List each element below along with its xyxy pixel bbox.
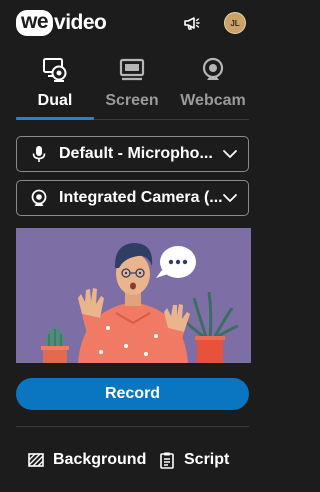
script-button-label: Script xyxy=(184,451,230,468)
webcam-icon xyxy=(202,57,224,80)
avatar[interactable]: JL xyxy=(224,12,246,34)
chevron-down-icon xyxy=(223,150,237,158)
megaphone-icon[interactable] xyxy=(183,14,201,32)
background-button-label: Background xyxy=(53,451,147,468)
logo-video-text: video xyxy=(54,11,107,34)
tab-dual[interactable]: Dual xyxy=(16,52,94,120)
divider xyxy=(16,426,249,427)
active-tab-indicator xyxy=(16,117,94,120)
camera-select-value: Integrated Camera (... xyxy=(59,189,223,206)
preview-illustration xyxy=(16,228,251,363)
webcam-preview xyxy=(16,228,251,363)
chevron-down-icon xyxy=(223,194,237,202)
clipboard-icon xyxy=(160,452,174,469)
microphone-select[interactable]: Default - Micropho... xyxy=(16,136,249,172)
background-button[interactable]: Background xyxy=(27,448,146,472)
microphone-select-value: Default - Micropho... xyxy=(59,145,213,162)
microphone-icon xyxy=(32,146,46,162)
tab-dual-label: Dual xyxy=(37,92,73,109)
camera-select[interactable]: Integrated Camera (... xyxy=(16,180,249,216)
screen-icon xyxy=(119,58,145,81)
logo-we-text: we xyxy=(16,10,54,36)
tab-screen[interactable]: Screen xyxy=(94,52,170,120)
record-button[interactable]: Record xyxy=(16,378,249,410)
tab-screen-label: Screen xyxy=(105,92,159,109)
top-bar: we video JL xyxy=(0,0,265,46)
recording-mode-tabs: Dual Screen Webcam xyxy=(16,52,249,120)
wevideo-logo: we video xyxy=(16,9,107,37)
avatar-initials: JL xyxy=(230,18,240,28)
dual-icon xyxy=(43,58,67,82)
background-icon xyxy=(28,453,44,467)
tab-webcam[interactable]: Webcam xyxy=(170,52,256,120)
camera-icon xyxy=(31,189,47,206)
tab-webcam-label: Webcam xyxy=(180,92,246,109)
script-button[interactable]: Script xyxy=(158,448,229,472)
record-button-label: Record xyxy=(104,385,161,402)
